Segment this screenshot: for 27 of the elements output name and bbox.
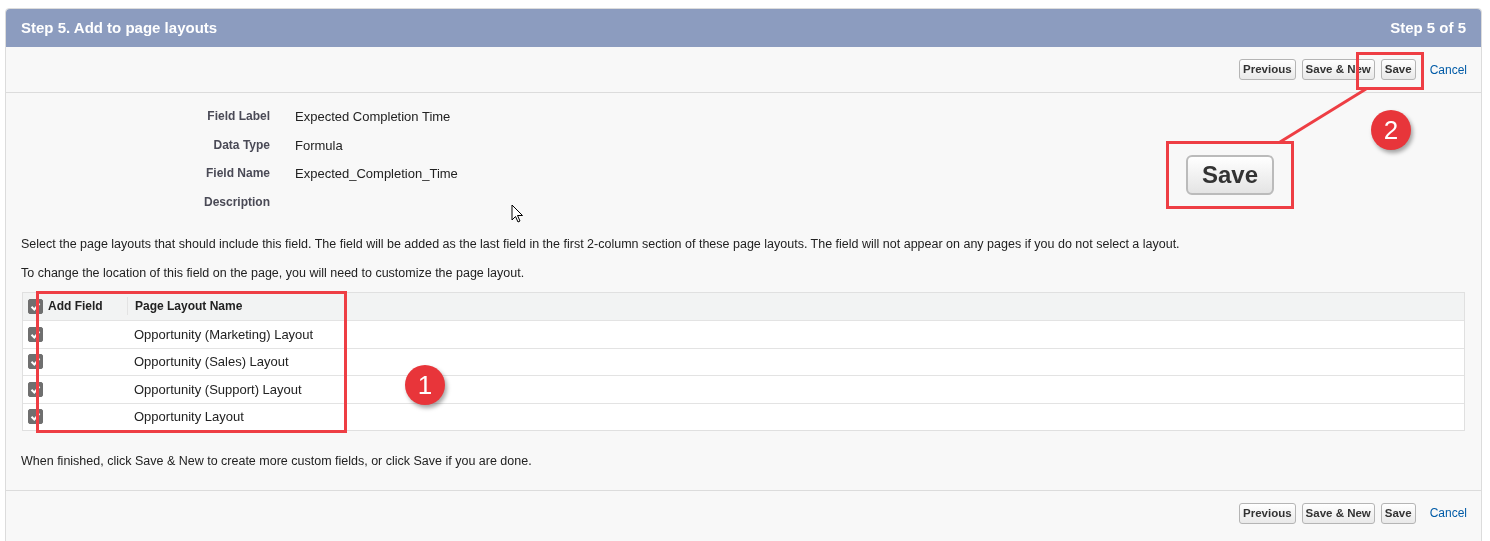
mouse-cursor-icon — [511, 204, 524, 223]
step-indicator: Step 5 of 5 — [1390, 17, 1466, 38]
table-cell-text: Opportunity (Support) Layout — [133, 380, 302, 399]
field-value: Formula — [294, 136, 343, 155]
section-title: Step 5. Add to page layouts — [21, 17, 218, 38]
column-header: Page Layout Name — [127, 297, 243, 316]
field-label: Field Label — [206, 108, 270, 125]
field-value: Expected Completion Time — [294, 108, 451, 126]
toolbar-button[interactable]: Save — [1380, 59, 1416, 80]
toolbar-button[interactable]: Previous — [1239, 59, 1296, 80]
table-cell-text: Opportunity (Marketing) Layout — [133, 325, 314, 344]
table-cell-text: Opportunity (Sales) Layout — [133, 353, 289, 371]
cancel-link[interactable]: Cancel — [1427, 60, 1469, 79]
instruction-text: To change the location of this field on the page, you will need to customize the page layout. — [20, 264, 526, 282]
instruction-text: Select the page layouts that should include this field. The field will be added as the last field in the first 2-column section of these page layouts. The field will not appear on any pages if you do not select a layout. — [20, 236, 1181, 253]
field-value: Expected_Completion_Time — [294, 165, 458, 183]
field-label: Field Name — [204, 165, 270, 182]
toolbar-button[interactable]: Save — [1380, 502, 1416, 524]
zoomed-save-button[interactable]: Save — [1185, 155, 1275, 195]
field-label: Description — [203, 193, 270, 211]
cancel-link[interactable]: Cancel — [1427, 504, 1469, 523]
field-label: Data Type — [212, 136, 270, 154]
table-cell-text: Opportunity Layout — [133, 408, 244, 426]
column-header: Add Field — [48, 298, 103, 316]
footer-note: When finished, click Save & New to create more custom fields, or click Save if you are done. — [20, 453, 533, 470]
toolbar-button[interactable]: Previous — [1239, 502, 1296, 524]
save-and-new-button[interactable]: Save & New — [1301, 502, 1375, 524]
